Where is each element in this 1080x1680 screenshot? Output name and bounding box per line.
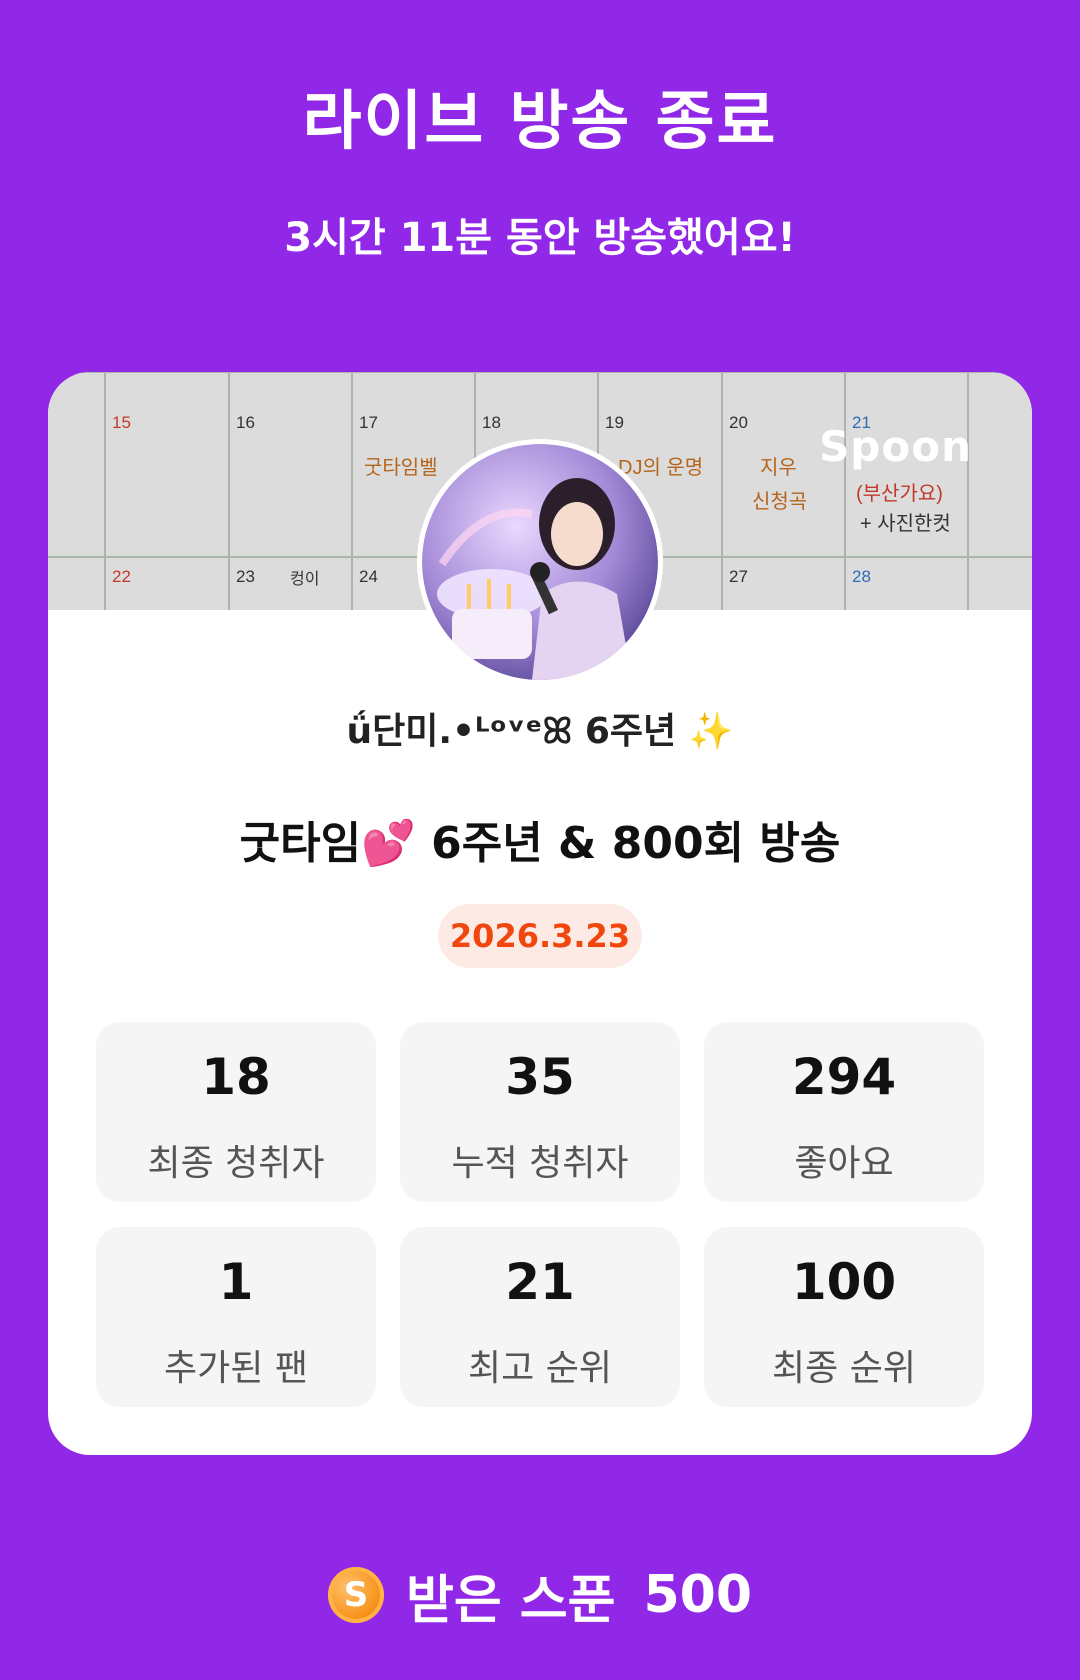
stats-grid: 18 최종 청취자 35 누적 청취자 294 좋아요 1 추가된 팬 21 최… (96, 1022, 984, 1407)
stat-total-listeners: 35 누적 청취자 (400, 1022, 680, 1202)
stat-value: 100 (791, 1253, 897, 1311)
stat-best-rank: 21 최고 순위 (400, 1227, 680, 1407)
calendar-day: 27 (729, 567, 748, 586)
received-spoons-label: 받은 스푼 (405, 1570, 616, 1631)
calendar-day: 19 (605, 413, 624, 432)
stat-value: 18 (201, 1048, 271, 1106)
stat-new-fans: 1 추가된 팬 (96, 1227, 376, 1407)
stat-value: 21 (505, 1253, 575, 1311)
calendar-day: 15 (112, 413, 131, 432)
calendar-note: (부산가요) (856, 482, 943, 505)
stat-label: 추가된 팬 (164, 1348, 308, 1389)
calendar-day: 23 (236, 567, 255, 586)
calendar-day: 16 (236, 413, 255, 432)
stat-value: 294 (791, 1048, 897, 1106)
spoon-coin-icon: S (327, 1567, 384, 1623)
calendar-day: 18 (482, 413, 501, 432)
stat-final-rank: 100 최종 순위 (704, 1227, 984, 1407)
calendar-day: 24 (359, 567, 378, 586)
received-spoons-count: 500 (643, 1565, 752, 1625)
calendar-note: 컹이 (290, 570, 319, 588)
calendar-day: 20 (729, 413, 748, 432)
calendar-note: 신청곡 (752, 490, 807, 513)
calendar-note: 굿타임벨 (364, 456, 438, 479)
stat-label: 최종 청취자 (147, 1143, 325, 1184)
calendar-day: 28 (852, 567, 871, 586)
broadcast-duration: 3시간 11분 동안 방송했어요! (284, 215, 796, 261)
dj-profile-image (422, 444, 658, 680)
stat-label: 최고 순위 (468, 1348, 612, 1389)
stat-likes: 294 좋아요 (704, 1022, 984, 1202)
broadcast-date-badge: 2026.3.23 (438, 904, 642, 968)
page-title: 라이브 방송 종료 (302, 85, 778, 159)
stat-final-listeners: 18 최종 청취자 (96, 1022, 376, 1202)
stat-value: 1 (218, 1253, 254, 1311)
stat-label: 좋아요 (794, 1143, 894, 1184)
calendar-note: DJ의 운명 (618, 456, 703, 479)
calendar-note: + 사진한컷 (860, 512, 951, 535)
spoon-logo: Spoon (819, 422, 972, 471)
broadcast-title: 굿타임💕 6주년 & 800회 방송 (239, 818, 841, 869)
calendar-day: 22 (112, 567, 131, 586)
received-spoons: S 받은 스푼 500 (0, 1560, 1080, 1631)
stat-label: 누적 청취자 (451, 1143, 629, 1184)
dj-avatar[interactable] (422, 444, 658, 680)
calendar-day: 17 (359, 413, 378, 432)
stat-label: 최종 순위 (772, 1348, 916, 1389)
stat-value: 35 (505, 1048, 575, 1106)
dj-name: ǘ단미.•ᴸᵒᵛᵉꕤ 6주년 ✨ (346, 711, 734, 752)
broadcast-summary-card: 15 16 17 18 19 20 21 22 23 24 27 28 굿타임벨… (48, 372, 1032, 1455)
calendar-note: 지우 (760, 456, 797, 479)
